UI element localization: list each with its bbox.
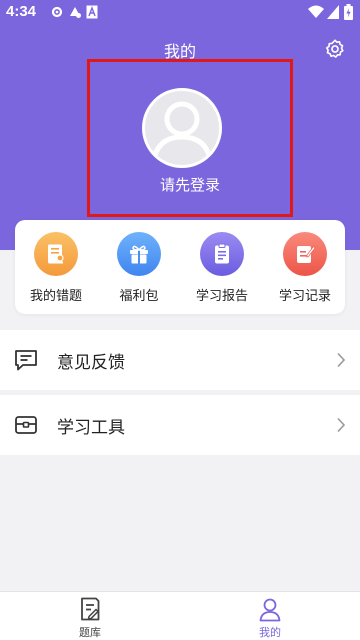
quick-action-label: 我的错题: [29, 289, 82, 304]
question-bank-icon: [81, 597, 100, 621]
profile-icon: [259, 598, 281, 622]
login-prompt[interactable]: 请先登录: [90, 174, 290, 195]
app-notification-icon: [70, 7, 81, 18]
status-time: 4:34: [6, 3, 37, 20]
gift-icon: [117, 232, 161, 276]
avatar[interactable]: [142, 88, 222, 168]
report-clipboard-icon: [200, 232, 244, 276]
tab-profile[interactable]: 我的: [240, 596, 300, 640]
default-avatar-icon: [150, 101, 214, 164]
a-notification-icon: [86, 5, 98, 19]
tab-label: 题库: [79, 626, 101, 639]
gear-notification-icon: [51, 6, 63, 18]
quick-action-label: 学习报告: [195, 289, 248, 304]
menu-row-label: 学习工具: [57, 418, 125, 438]
tab-question-bank[interactable]: 题库: [60, 596, 120, 640]
status-bar: 4:34: [0, 0, 360, 24]
wifi-icon: [308, 5, 324, 18]
quick-action-label: 学习记录: [278, 289, 331, 304]
battery-icon: [344, 4, 353, 20]
quick-action-gift[interactable]: 福利包: [101, 232, 177, 304]
tab-label: 我的: [259, 626, 281, 639]
menu-row-label: 意见反馈: [57, 353, 125, 373]
tools-icon: [15, 416, 37, 434]
quick-action-study-record[interactable]: 学习记录: [267, 232, 343, 304]
bottom-tab-bar: 题库 我的: [0, 591, 360, 640]
quick-action-report[interactable]: 学习报告: [184, 232, 260, 304]
wrong-questions-icon: [34, 232, 78, 276]
menu-row-feedback[interactable]: 意见反馈: [0, 330, 360, 390]
quick-action-wrong-questions[interactable]: 我的错题: [18, 232, 94, 304]
quick-action-label: 福利包: [119, 289, 159, 304]
signal-icon: [327, 5, 339, 19]
study-record-icon: [283, 232, 327, 276]
feedback-icon: [15, 350, 37, 371]
settings-gear-icon[interactable]: [324, 38, 346, 60]
profile-header: 4:34 我的 请先登录: [0, 0, 360, 250]
quick-actions-card: 我的错题 福利包 学习报告 学习记录: [15, 220, 345, 314]
chevron-right-icon: [337, 352, 346, 368]
login-highlight-area[interactable]: 请先登录: [87, 59, 293, 217]
chevron-right-icon: [337, 417, 346, 433]
menu-row-tools[interactable]: 学习工具: [0, 395, 360, 455]
